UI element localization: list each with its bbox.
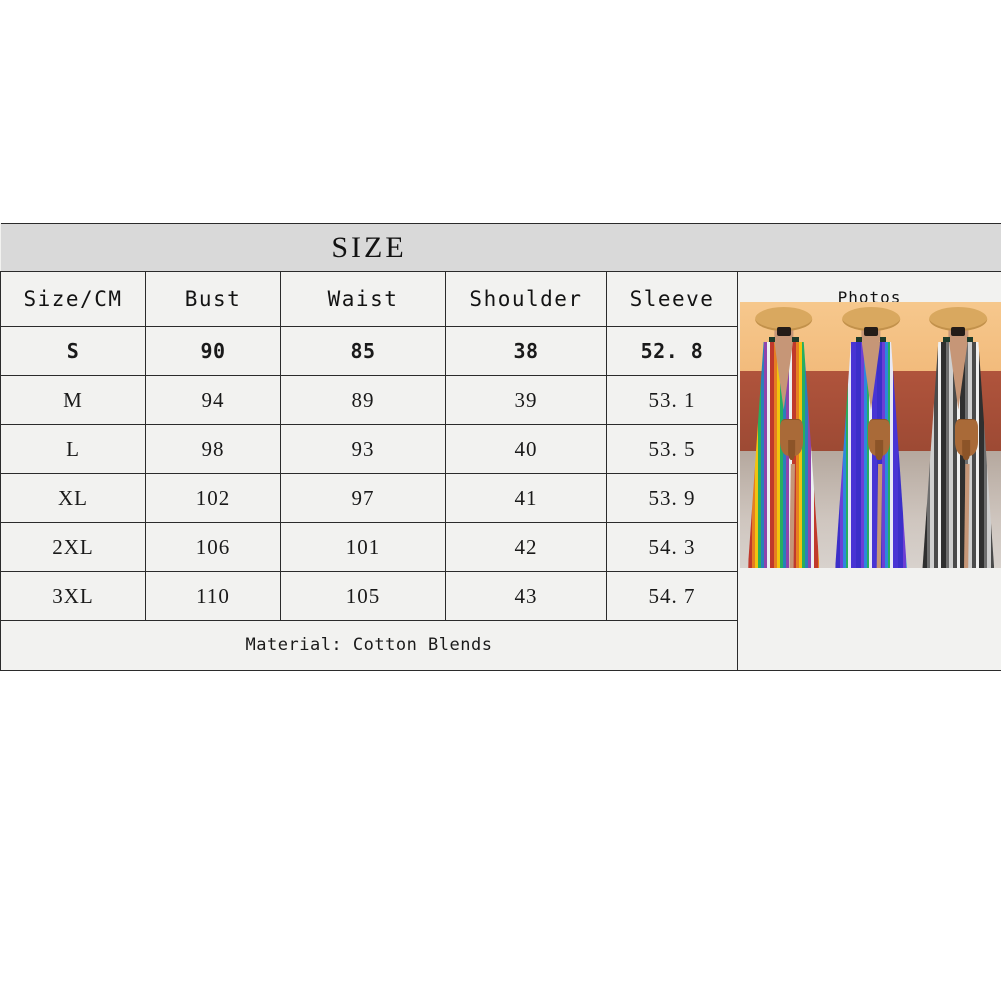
cell-size: 2XL — [0, 522, 146, 572]
cell-size-value: S — [66, 339, 80, 363]
cell-bust: 102 — [145, 473, 281, 523]
size-chart-table: SIZE Size/CM Bust Waist Shoulder Sleeve — [0, 223, 1001, 671]
cell-bust-value: 94 — [201, 387, 225, 412]
cell-waist: 93 — [280, 424, 446, 474]
cell-waist-value: 97 — [351, 485, 375, 510]
chart-title-cell: SIZE — [0, 223, 738, 272]
cell-shoulder-value: 39 — [514, 387, 538, 412]
column-header-photos-label: Photos — [837, 288, 902, 307]
cell-size-value: XL — [58, 485, 88, 510]
chart-title-spacer — [737, 223, 1001, 272]
material-cell: Material: Cotton Blends — [0, 620, 739, 671]
size-chart-container: SIZE Size/CM Bust Waist Shoulder Sleeve — [0, 223, 1001, 671]
cell-size: S — [0, 326, 146, 376]
model-variant-2 — [827, 302, 915, 568]
chart-title-row: SIZE — [0, 223, 1001, 272]
cell-size-value: 3XL — [52, 583, 94, 608]
cell-waist: 89 — [280, 375, 446, 425]
cell-sleeve-value: 52. 8 — [640, 339, 704, 363]
cell-waist-value: 101 — [345, 534, 381, 559]
cell-waist-value: 105 — [345, 583, 381, 608]
cell-size-value: L — [66, 436, 80, 461]
sunglasses-icon — [951, 327, 966, 336]
cell-bust-value: 106 — [195, 534, 231, 559]
cell-sleeve-value: 54. 3 — [648, 534, 696, 559]
cell-bust-value: 98 — [201, 436, 225, 461]
table-header-row: Size/CM Bust Waist Shoulder Sleeve Photo… — [0, 271, 1001, 671]
cell-shoulder-value: 42 — [514, 534, 538, 559]
cell-shoulder: 42 — [445, 522, 607, 572]
cell-sleeve: 54. 7 — [605, 571, 739, 621]
cell-shoulder-value: 38 — [513, 339, 539, 363]
cell-sleeve: 53. 1 — [605, 375, 739, 425]
material-label: Material: Cotton Blends — [245, 635, 493, 655]
cell-shoulder: 38 — [445, 326, 607, 376]
page-title: SIZE — [331, 230, 407, 264]
cell-sleeve-value: 54. 7 — [648, 583, 696, 608]
cell-bust: 98 — [145, 424, 281, 474]
column-header-bust-label: Bust — [184, 286, 242, 311]
column-header-sleeve: Sleeve — [605, 271, 739, 327]
cell-bust: 106 — [145, 522, 281, 572]
cell-sleeve-value: 53. 5 — [648, 436, 696, 461]
column-header-shoulder-label: Shoulder — [469, 286, 583, 311]
cell-waist-value: 85 — [350, 339, 376, 363]
column-header-bust: Bust — [145, 271, 281, 327]
cell-size: XL — [0, 473, 146, 523]
cell-sleeve-value: 53. 9 — [648, 485, 696, 510]
model-variant-3 — [914, 302, 1001, 568]
cell-shoulder-value: 40 — [514, 436, 538, 461]
cell-shoulder-value: 41 — [514, 485, 538, 510]
cell-sleeve: 53. 9 — [605, 473, 739, 523]
column-header-waist-label: Waist — [327, 286, 399, 311]
column-header-waist: Waist — [280, 271, 446, 327]
crossbody-bag — [954, 419, 978, 457]
cell-size: M — [0, 375, 146, 425]
model-variant-1 — [740, 302, 828, 568]
cell-size-value: 2XL — [52, 534, 94, 559]
cell-waist-value: 93 — [351, 436, 375, 461]
sunglasses-icon — [776, 327, 791, 336]
product-photo — [740, 302, 1001, 568]
cell-shoulder: 39 — [445, 375, 607, 425]
cell-bust-value: 90 — [200, 339, 226, 363]
cell-waist: 97 — [280, 473, 446, 523]
photos-column-cell: Photos — [737, 271, 1001, 671]
cell-bust-value: 110 — [196, 583, 230, 608]
cell-shoulder-value: 43 — [514, 583, 538, 608]
cell-waist: 101 — [280, 522, 446, 572]
cell-waist-value: 89 — [351, 387, 375, 412]
cell-bust-value: 102 — [195, 485, 231, 510]
photo-frame: Photos — [738, 272, 1001, 670]
column-header-sleeve-label: Sleeve — [629, 286, 715, 311]
cell-sleeve: 52. 8 — [605, 326, 739, 376]
sunglasses-icon — [864, 327, 878, 336]
cell-bust: 90 — [145, 326, 281, 376]
cell-waist: 85 — [280, 326, 446, 376]
cell-shoulder: 41 — [445, 473, 607, 523]
cell-bust: 110 — [145, 571, 281, 621]
cell-size: L — [0, 424, 146, 474]
cell-size: 3XL — [0, 571, 146, 621]
crossbody-bag — [780, 419, 803, 457]
crossbody-bag — [867, 419, 891, 457]
cell-shoulder: 40 — [445, 424, 607, 474]
cell-bust: 94 — [145, 375, 281, 425]
column-header-size-label: Size/CM — [23, 286, 123, 311]
cell-waist: 105 — [280, 571, 446, 621]
column-header-size: Size/CM — [0, 271, 146, 327]
cell-shoulder: 43 — [445, 571, 607, 621]
cell-sleeve-value: 53. 1 — [648, 387, 696, 412]
cell-size-value: M — [63, 387, 83, 412]
column-header-shoulder: Shoulder — [445, 271, 607, 327]
cell-sleeve: 54. 3 — [605, 522, 739, 572]
cell-sleeve: 53. 5 — [605, 424, 739, 474]
